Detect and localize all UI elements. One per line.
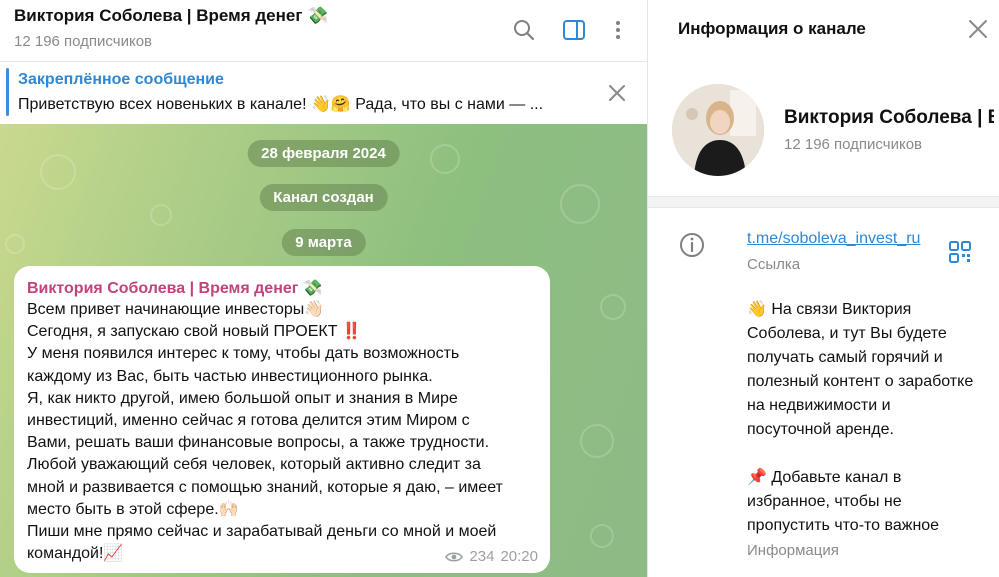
background-doodle [40,154,76,190]
service-message-created: Канал создан [259,184,388,211]
message-line: каждому из Вас, быть частью инвестиционн… [27,367,433,385]
message-time: 20:20 [500,548,538,565]
message-line: Сегодня, я запускаю свой новый ПРОЕКТ ‼️ [27,323,362,341]
pinned-message[interactable]: Закреплённое сообщение Приветствую всех … [0,61,647,123]
section-separator [648,196,999,208]
message-line: У меня появился интерес к тому, чтобы да… [27,345,460,363]
message-line: Я, как никто другой, имею большой опыт и… [27,389,458,407]
eye-icon [445,551,464,562]
message-line: Всем привет начинающие инвесторы👋🏻 [27,301,325,318]
channel-link[interactable]: t.me/soboleva_invest_ru [747,230,920,248]
message-line: мной и развивается с помощью знаний, кот… [27,478,503,496]
profile-name: Виктория Соболева | Время денег 💸 [784,107,994,128]
description-line: избранное, чтобы не [747,493,902,510]
link-caption: Ссылка [747,256,801,273]
description-line: 👋 На связи Виктория [747,301,912,318]
description-line: Соболева, и тут Вы будете [747,325,947,342]
channel-description: 👋 На связи Виктория Соболева, и тут Вы б… [747,298,999,538]
qr-code-icon[interactable] [948,240,972,264]
background-doodle [150,204,172,226]
description-line: получать самый горячий и [747,349,943,366]
more-vertical-icon[interactable] [604,16,632,44]
message-text: Всем привет начинающие инвесторы👋🏻 Сегод… [27,299,542,565]
description-line: пропустить что-то важное [747,517,940,534]
description-line: посуточной аренде. [747,421,894,438]
date-divider: 9 марта [281,229,366,256]
message-line: Пиши мне прямо сейчас и зарабатывай день… [27,523,497,541]
avatar-photo [672,84,764,176]
message-line: Любой уважающий себя человек, который ак… [27,456,481,474]
background-doodle [590,524,614,548]
message-line: Вами, решать ваши финансовые вопросы, а … [27,434,490,452]
pinned-title: Закреплённое сообщение [18,71,224,88]
description-caption: Информация [747,542,839,559]
description-line [747,442,999,466]
description-line: полезный контент о заработке [747,373,974,390]
info-panel-title: Информация о канале [678,19,866,38]
avatar[interactable] [672,84,764,176]
profile-subscribers: 12 196 подписчиков [784,136,923,153]
info-icon [680,233,704,257]
date-divider: 28 февраля 2024 [247,140,400,167]
message-author[interactable]: Виктория Соболева | Время денег 💸 [27,278,323,298]
sidebar-toggle-icon[interactable] [560,16,588,44]
background-doodle [430,144,460,174]
message-line: инвестиций, именно сейчас я готова делит… [27,412,470,430]
close-icon[interactable] [964,15,992,43]
channel-subscribers: 12 196 подписчиков [14,33,153,50]
chat-pane: Виктория Соболева | Время денег 💸 12 196… [0,0,647,577]
background-doodle [600,294,626,320]
close-icon[interactable] [604,80,630,106]
view-count: 234 [469,548,495,565]
pinned-accent-bar [6,68,9,116]
channel-title[interactable]: Виктория Соболева | Время денег 💸 [14,6,328,26]
message-bubble[interactable]: Виктория Соболева | Время денег 💸 Всем п… [14,266,550,573]
description-line: на недвижимости и [747,397,891,414]
pinned-text: Приветствую всех новеньких в канале! 👋🤗 … [18,96,544,113]
background-doodle [580,424,614,458]
description-line: 📌 Добавьте канал в [747,469,902,486]
chat-header[interactable]: Виктория Соболева | Время денег 💸 12 196… [0,0,647,60]
channel-info-panel: Информация о канале Виктория Соболева | … [648,0,999,577]
message-meta: 234 20:20 [445,548,538,565]
message-line: место быть в этой сфере.🙌🏻 [27,500,239,518]
background-doodle [5,234,25,254]
background-doodle [560,184,600,224]
search-icon[interactable] [510,16,538,44]
